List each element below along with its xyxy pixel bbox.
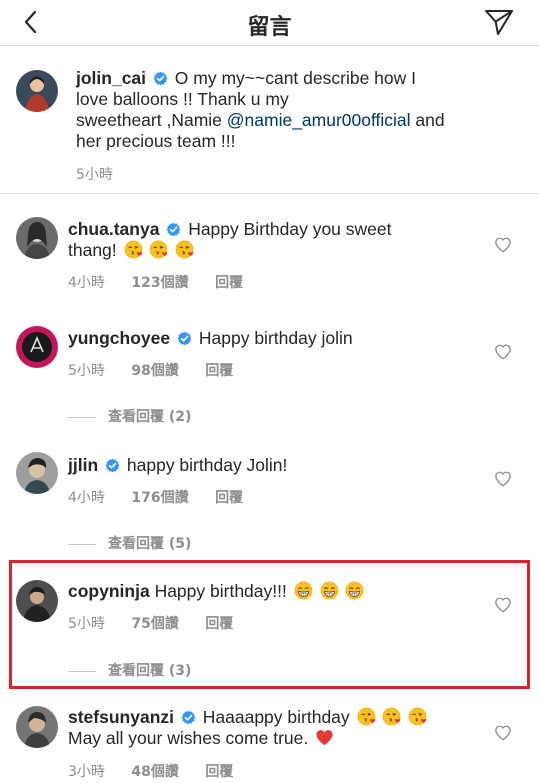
comment-text: yungchoyee Happy birthday jolin <box>68 328 478 349</box>
reply-button[interactable]: 回覆 <box>205 764 233 780</box>
comment-text: copyninja Happy birthday!!! <box>68 581 478 602</box>
heart-icon[interactable] <box>494 596 512 614</box>
avatar[interactable] <box>16 452 58 494</box>
caption-line-1: O my my~~cant describe how I <box>174 68 416 88</box>
avatar[interactable] <box>16 706 58 748</box>
username[interactable]: jjlin <box>68 455 98 475</box>
post-caption: jolin_cai O my my~~cant describe how I l… <box>0 46 539 194</box>
caption-line-2: love balloons !! Thank u my <box>76 89 289 109</box>
top-bar: 留言 <box>0 0 539 46</box>
timestamp: 5小時 <box>68 616 105 632</box>
comment-body: Happy birthday!!! <box>154 581 287 601</box>
grinning-face-emoji-icon <box>345 581 364 600</box>
mention-link[interactable]: @namie_amur00official <box>227 110 411 130</box>
comment-meta: 5小時 98個讚 回覆 <box>68 360 255 380</box>
comment-body: Haaaappy birthday <box>202 707 350 727</box>
reply-button[interactable]: 回覆 <box>215 275 243 291</box>
kissing-face-emoji-icon <box>124 240 143 259</box>
timestamp: 5小時 <box>68 363 105 379</box>
heart-icon[interactable] <box>494 470 512 488</box>
caption-line-3-end: and <box>410 110 445 130</box>
comment-body: happy birthday Jolin! <box>126 455 288 475</box>
comment-text: jjlin happy birthday Jolin! <box>68 455 478 476</box>
timestamp: 4小時 <box>68 275 105 291</box>
caption-text: jolin_cai O my my~~cant describe how I l… <box>76 68 516 152</box>
username[interactable]: chua.tanya <box>68 219 159 239</box>
avatar[interactable] <box>16 217 58 259</box>
view-replies-button[interactable]: 查看回覆 (5) <box>68 533 191 553</box>
caption-meta: 5小時 <box>76 164 135 184</box>
comment-body-2: thang! <box>68 240 117 260</box>
send-direct-icon[interactable] <box>483 6 515 38</box>
view-replies-label: 查看回覆 (2) <box>108 409 192 425</box>
like-count[interactable]: 48個讚 <box>131 764 178 780</box>
avatar[interactable] <box>16 70 58 112</box>
view-replies-label: 查看回覆 (5) <box>108 536 192 552</box>
verified-badge-icon <box>181 710 196 725</box>
comment-body: Happy Birthday you sweet <box>188 219 392 239</box>
timestamp: 3小時 <box>68 764 105 780</box>
username[interactable]: stefsunyanzi <box>68 707 174 727</box>
view-replies-label: 查看回覆 (3) <box>108 663 192 679</box>
verified-badge-icon <box>105 458 120 473</box>
kissing-face-emoji-icon <box>149 240 168 259</box>
divider-line <box>68 416 96 418</box>
comment-meta: 4小時 176個讚 回覆 <box>68 487 265 507</box>
grinning-face-emoji-icon <box>320 581 339 600</box>
comment-body: Happy birthday jolin <box>198 328 353 348</box>
like-count[interactable]: 98個讚 <box>131 363 178 379</box>
reply-button[interactable]: 回覆 <box>205 363 233 379</box>
heart-icon[interactable] <box>494 724 512 742</box>
view-replies-button[interactable]: 查看回覆 (2) <box>68 406 191 426</box>
heart-icon[interactable] <box>494 236 512 254</box>
page-title: 留言 <box>247 15 292 40</box>
view-replies-button[interactable]: 查看回覆 (3) <box>68 660 191 680</box>
red-heart-emoji-icon <box>315 728 334 747</box>
like-count[interactable]: 176個讚 <box>131 490 188 506</box>
username[interactable]: jolin_cai <box>76 68 146 88</box>
kissing-face-emoji-icon <box>175 240 194 259</box>
verified-badge-icon <box>166 222 181 237</box>
grinning-face-emoji-icon <box>294 581 313 600</box>
divider-line <box>68 670 96 672</box>
verified-badge-icon <box>177 331 192 346</box>
reply-button[interactable]: 回覆 <box>205 616 233 632</box>
username[interactable]: copyninja <box>68 581 150 601</box>
like-count[interactable]: 123個讚 <box>131 275 188 291</box>
kissing-face-emoji-icon <box>382 707 401 726</box>
timestamp: 4小時 <box>68 490 105 506</box>
avatar[interactable] <box>16 326 58 368</box>
comment-body-2: May all your wishes come true. <box>68 728 309 748</box>
kissing-face-emoji-icon <box>408 707 427 726</box>
comment-meta: 5小時 75個讚 回覆 <box>68 613 255 633</box>
username[interactable]: yungchoyee <box>68 328 170 348</box>
kissing-face-emoji-icon <box>357 707 376 726</box>
divider-line <box>68 543 96 545</box>
verified-badge-icon <box>153 71 168 86</box>
caption-line-4: her precious team !!! <box>76 131 236 151</box>
like-count[interactable]: 75個讚 <box>131 616 178 632</box>
comment-text: chua.tanya Happy Birthday you sweet than… <box>68 219 478 261</box>
comment-meta: 4小時 123個讚 回覆 <box>68 272 265 292</box>
caption-line-3: sweetheart ,Namie <box>76 110 227 130</box>
avatar[interactable] <box>16 580 58 622</box>
comment-meta: 3小時 48個讚 回覆 <box>68 761 255 781</box>
reply-button[interactable]: 回覆 <box>215 490 243 506</box>
timestamp: 5小時 <box>76 167 113 183</box>
heart-icon[interactable] <box>494 343 512 361</box>
comment-text: stefsunyanzi Haaaappy birthday May all y… <box>68 707 478 749</box>
